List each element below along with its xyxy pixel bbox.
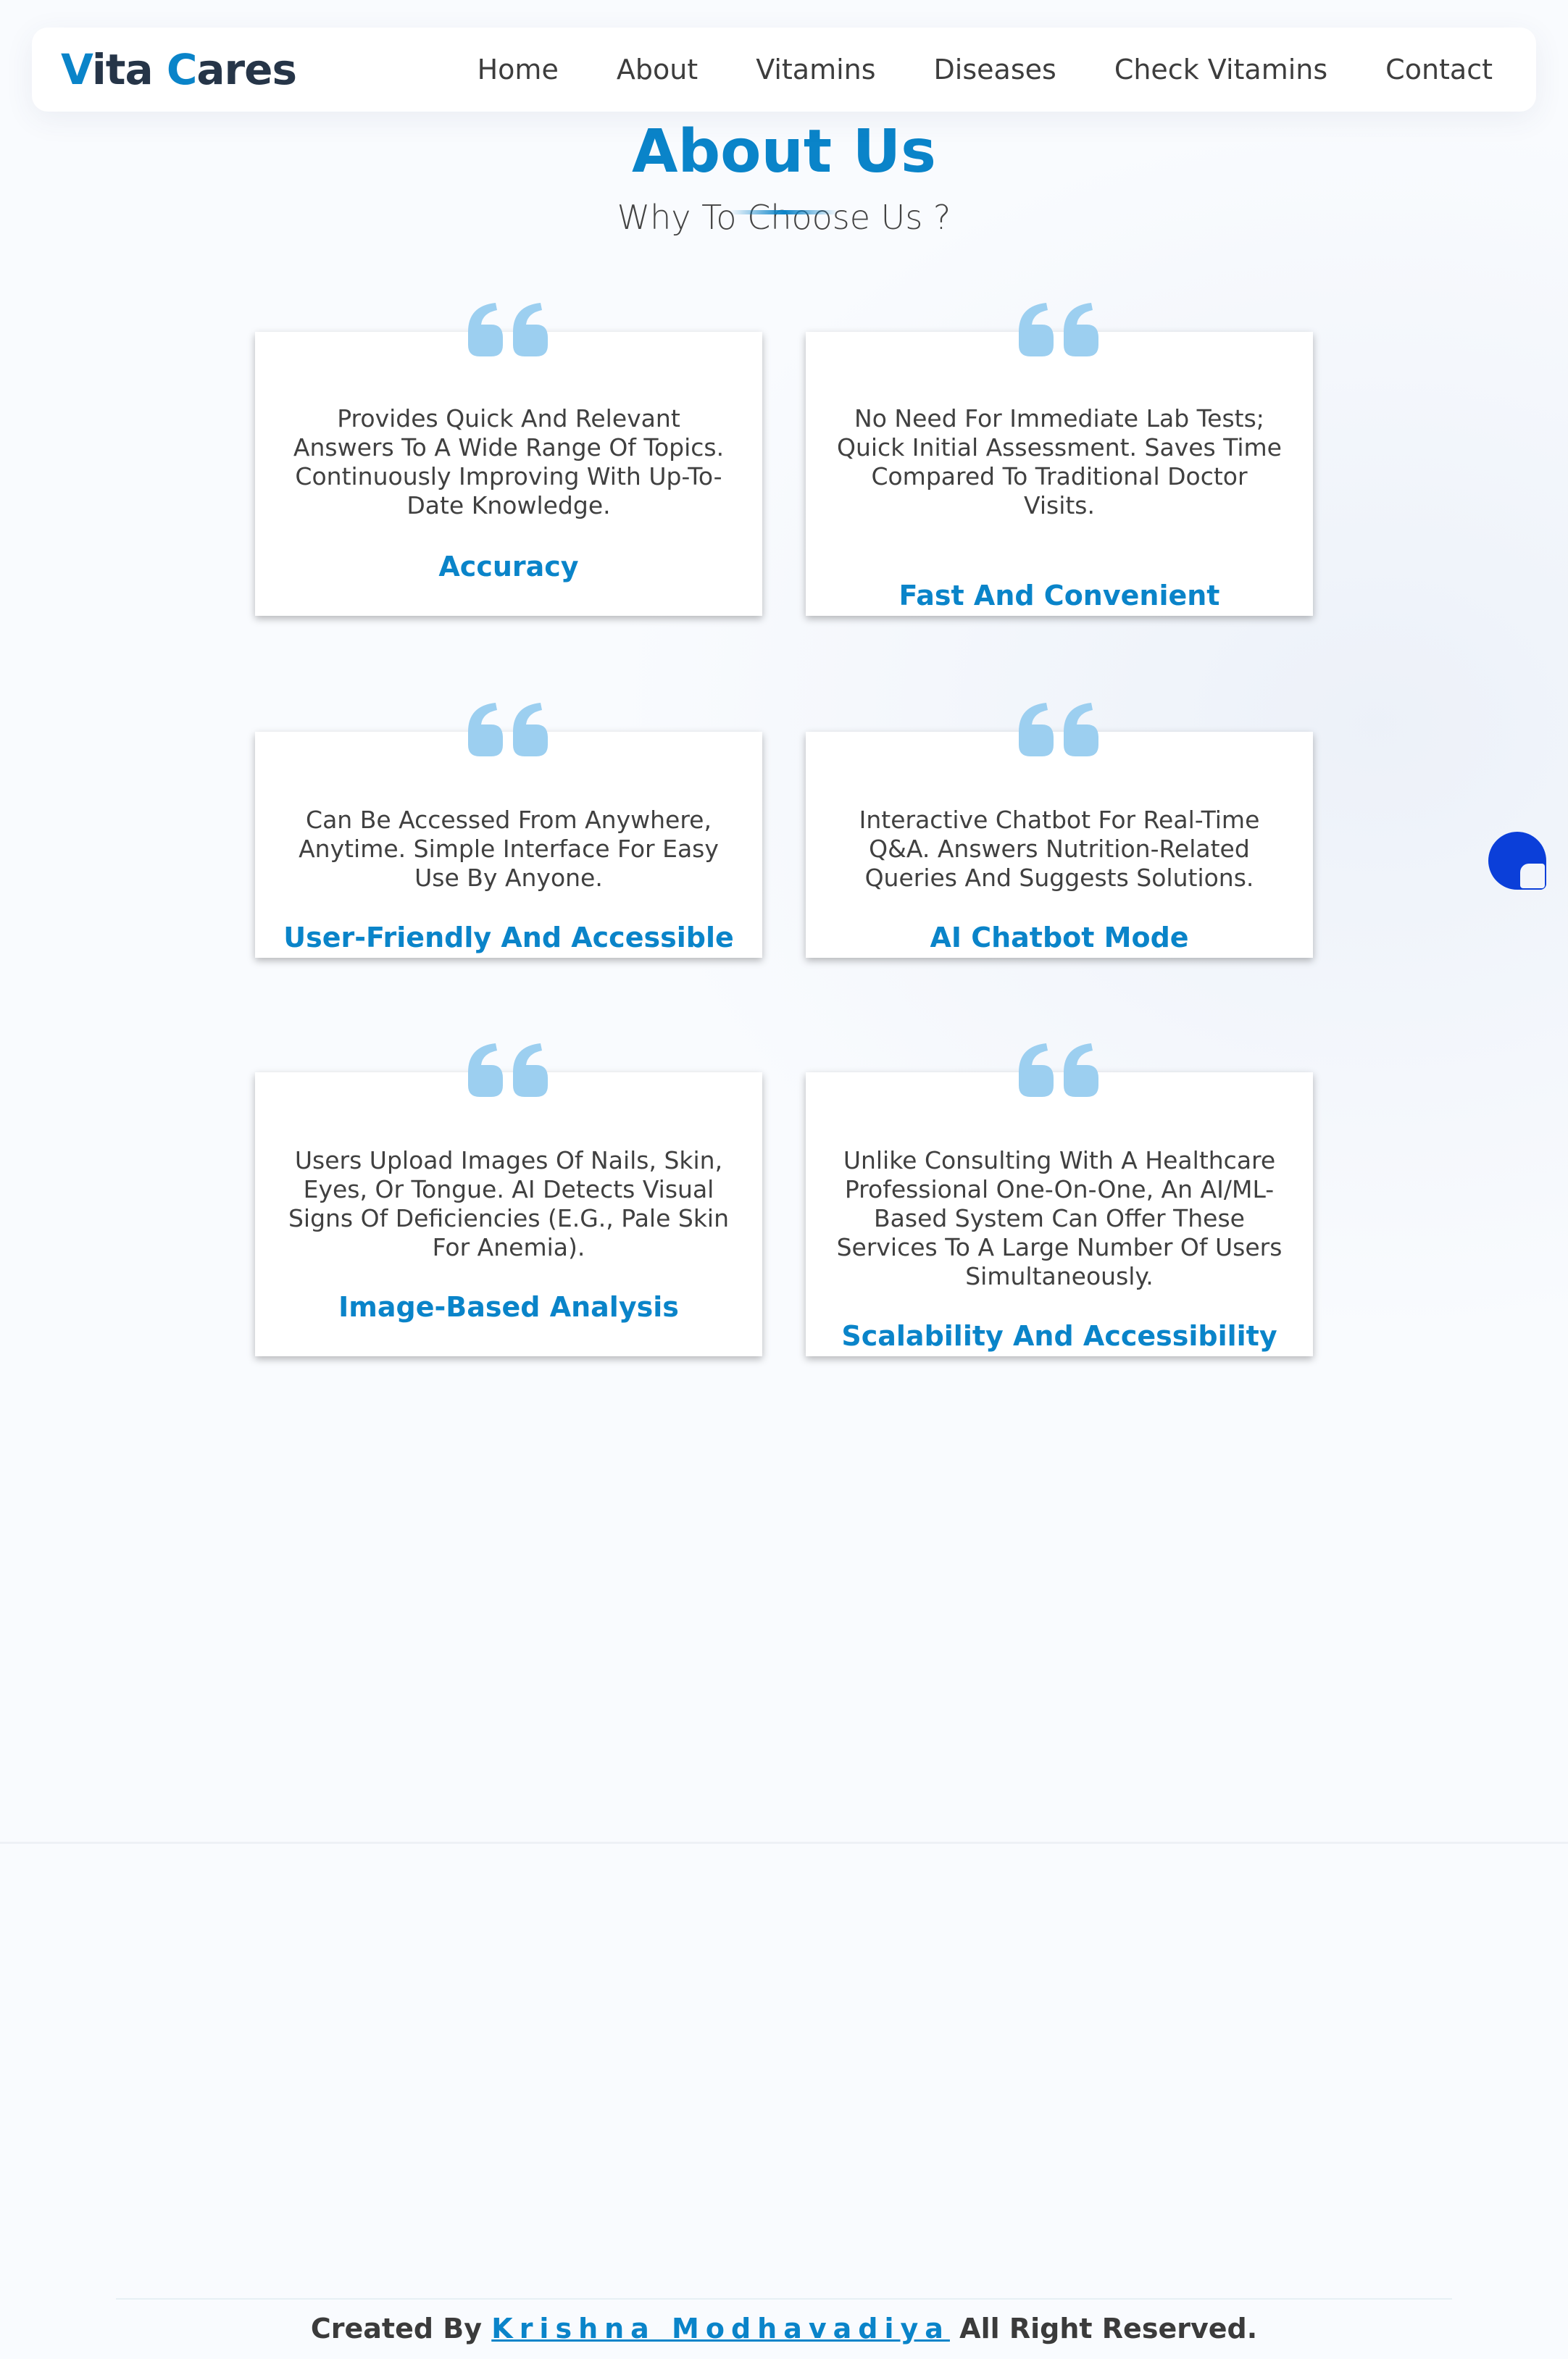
footer: Created By Krishna Modhavadiya All Right… xyxy=(0,2313,1568,2345)
card-title: Accuracy xyxy=(438,551,579,583)
section-heading: About Us Why To Choose Us ? xyxy=(0,112,1568,243)
chatbot-button[interactable] xyxy=(1488,832,1546,890)
card-text: Provides Quick And Relevant Answers To A… xyxy=(293,404,725,519)
feature-card: Can Be Accessed From Anywhere, Anytime. … xyxy=(255,703,762,958)
logo-text-ita: ita xyxy=(91,45,167,94)
feature-card: Interactive Chatbot For Real-Time Q&A. A… xyxy=(806,703,1313,958)
nav-home[interactable]: Home xyxy=(478,54,559,85)
card-text: Interactive Chatbot For Real-Time Q&A. A… xyxy=(859,806,1260,892)
card-text: No Need For Immediate Lab Tests; Quick I… xyxy=(837,404,1282,519)
footer-author-link[interactable]: Krishna Modhavadiya xyxy=(491,2313,950,2345)
logo-letter-c: C xyxy=(166,45,198,94)
logo-letter-v: V xyxy=(61,45,93,94)
nav-vitamins[interactable]: Vitamins xyxy=(756,54,875,85)
quote-icon xyxy=(1019,1043,1098,1097)
quote-icon xyxy=(468,303,548,356)
footer-suffix: All Right Reserved. xyxy=(959,2313,1258,2345)
card-text: Can Be Accessed From Anywhere, Anytime. … xyxy=(299,806,719,892)
feature-card: Users Upload Images Of Nails, Skin, Eyes… xyxy=(255,1043,762,1356)
card-text: Unlike Consulting With A Healthcare Prof… xyxy=(836,1146,1283,1290)
card-title: User-Friendly And Accessible xyxy=(283,922,734,953)
section-divider xyxy=(0,1842,1568,1844)
quote-icon xyxy=(1019,703,1098,756)
page-title: About Us xyxy=(631,117,936,186)
footer-prefix: Created By xyxy=(310,2313,483,2345)
chat-bubble-icon xyxy=(1520,864,1545,888)
nav-about[interactable]: About xyxy=(617,54,698,85)
nav-links: Home About Vitamins Diseases Check Vitam… xyxy=(478,54,1493,85)
nav-contact[interactable]: Contact xyxy=(1385,54,1493,85)
logo-text-ares: ares xyxy=(196,45,297,94)
card-title: Fast And Convenient xyxy=(898,580,1220,611)
top-navbar: Vita Cares Home About Vitamins Diseases … xyxy=(32,28,1536,112)
card-title: Scalability And Accessibility xyxy=(841,1320,1277,1352)
feature-card: Provides Quick And Relevant Answers To A… xyxy=(255,303,762,616)
nav-diseases[interactable]: Diseases xyxy=(934,54,1056,85)
card-title: Image-Based Analysis xyxy=(338,1291,679,1323)
footer-divider xyxy=(116,2298,1452,2300)
feature-card: Unlike Consulting With A Healthcare Prof… xyxy=(806,1043,1313,1356)
subtitle-underline xyxy=(730,210,838,214)
quote-icon xyxy=(468,703,548,756)
quote-icon xyxy=(1019,303,1098,356)
background-glow xyxy=(0,0,1568,1840)
quote-icon xyxy=(468,1043,548,1097)
page-subtitle: Why To Choose Us ? xyxy=(617,198,951,237)
nav-check-vitamins[interactable]: Check Vitamins xyxy=(1114,54,1327,85)
feature-card: No Need For Immediate Lab Tests; Quick I… xyxy=(806,303,1313,616)
card-title: AI Chatbot Mode xyxy=(930,922,1189,953)
site-logo[interactable]: Vita Cares xyxy=(61,45,297,94)
card-text: Users Upload Images Of Nails, Skin, Eyes… xyxy=(288,1146,730,1261)
